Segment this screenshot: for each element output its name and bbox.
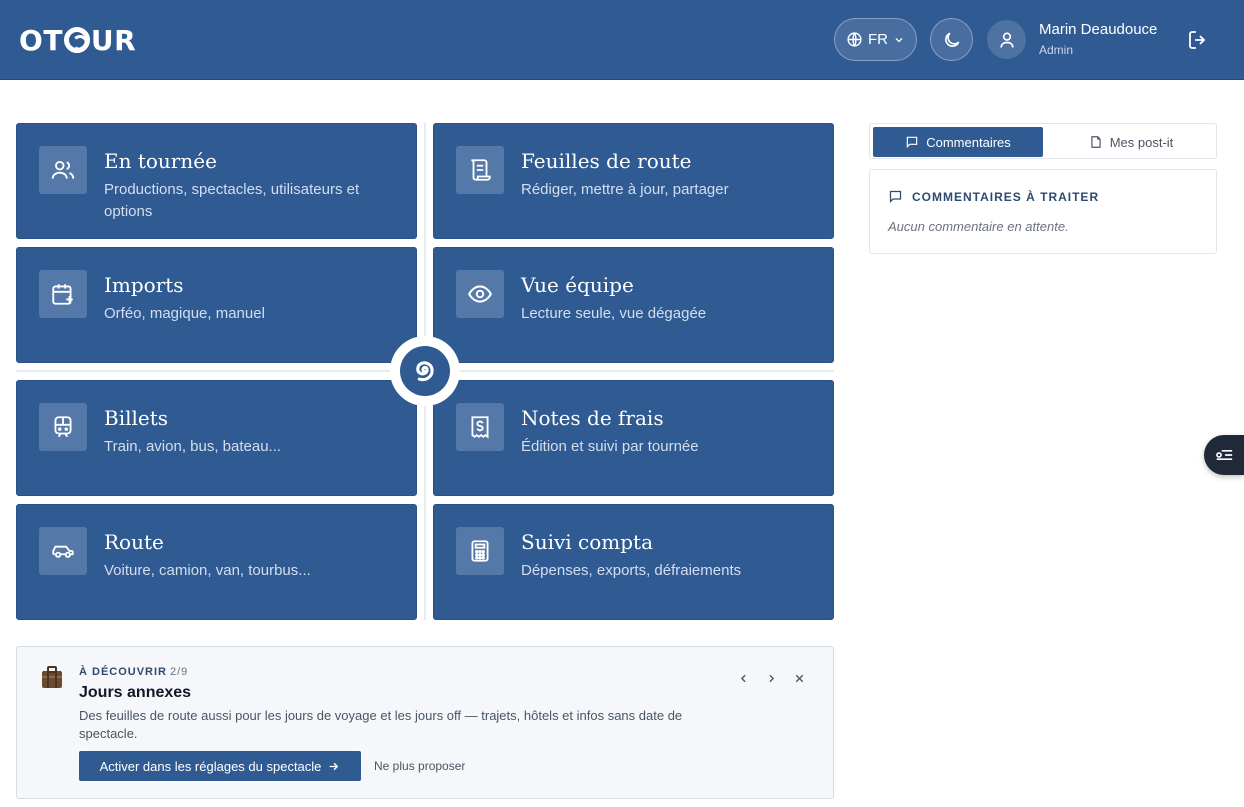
chevron-right-icon — [768, 674, 774, 682]
previous-tip-button[interactable] — [734, 669, 752, 687]
card-subtitle: Lecture seule, vue dégagée — [521, 305, 707, 322]
calculator-icon — [456, 527, 504, 575]
user-icon — [999, 31, 1014, 48]
card-title: Route — [104, 530, 164, 554]
card-vue-equipe[interactable]: Vue équipe Lecture seule, vue dégagée — [433, 247, 834, 363]
discover-panel: À DÉCOUVRIR 2/9 Jours annexes Des feuill… — [16, 646, 834, 799]
center-spiral-badge — [390, 336, 460, 406]
card-suivi-compta[interactable]: Suivi compta Dépenses, exports, défraiem… — [433, 504, 834, 620]
next-tip-button[interactable] — [762, 669, 780, 687]
eye-icon — [456, 270, 504, 318]
side-tabs: Commentaires Mes post-it — [869, 123, 1217, 159]
calendar-plus-icon — [39, 270, 87, 318]
comments-heading-label: COMMENTAIRES À TRAITER — [912, 189, 1100, 204]
chevron-left-icon — [740, 674, 746, 682]
card-en-tournee[interactable]: En tournée Productions, spectacles, util… — [16, 123, 417, 239]
card-route[interactable]: Route Voiture, camion, van, tourbus... — [16, 504, 417, 620]
theme-toggle-button[interactable] — [930, 18, 973, 61]
card-title: Vue équipe — [521, 273, 634, 297]
discover-body: Des feuilles de route aussi pour les jou… — [79, 708, 683, 741]
card-title: Feuilles de route — [521, 149, 692, 173]
comments-panel: COMMENTAIRES À TRAITER Aucun commentaire… — [869, 169, 1217, 254]
card-subtitle: Orféo, magique, manuel — [104, 305, 265, 322]
tab-mes-post-it[interactable]: Mes post-it — [1048, 127, 1214, 157]
card-title: En tournée — [104, 149, 217, 173]
tab-label: Commentaires — [926, 134, 1011, 150]
arrow-right-icon — [330, 762, 339, 770]
logo-letter-o: O — [19, 23, 44, 57]
comments-heading: COMMENTAIRES À TRAITER — [888, 189, 1099, 204]
moon-icon — [944, 32, 959, 47]
tab-commentaires[interactable]: Commentaires — [873, 127, 1043, 157]
dismiss-suggestion-link[interactable]: Ne plus proposer — [374, 759, 465, 773]
logout-button[interactable] — [1186, 28, 1210, 52]
suitcase-icon — [38, 663, 66, 691]
discover-title: Jours annexes — [79, 684, 192, 701]
activate-settings-label: Activer dans les réglages du spectacle — [99, 758, 322, 774]
floating-filter-button[interactable] — [1204, 435, 1244, 475]
logout-icon — [1189, 31, 1206, 49]
card-imports[interactable]: Imports Orféo, magique, manuel — [16, 247, 417, 363]
activate-settings-button[interactable]: Activer dans les réglages du spectacle — [79, 751, 361, 781]
card-subtitle: Productions, spectacles, utilisateurs et… — [104, 181, 360, 220]
user-name: Marin Deaudouce — [1039, 21, 1158, 38]
card-title: Suivi compta — [521, 530, 654, 554]
logo-spiral-o — [63, 27, 90, 53]
card-title: Notes de frais — [521, 406, 664, 430]
card-feuilles-de-route[interactable]: Feuilles de route Rédiger, mettre à jour… — [433, 123, 834, 239]
comment-icon — [906, 136, 918, 149]
card-notes-de-frais[interactable]: Notes de frais Édition et suivi par tour… — [433, 380, 834, 496]
card-subtitle: Rédiger, mettre à jour, partager — [521, 181, 729, 198]
card-title: Imports — [104, 273, 184, 297]
discover-counter: 2/9 — [170, 666, 189, 678]
globe-icon — [847, 32, 862, 47]
chevron-down-icon — [895, 37, 903, 42]
card-title: Billets — [104, 406, 169, 430]
language-label: FR — [868, 31, 888, 48]
receipt-icon — [456, 403, 504, 451]
scroll-icon — [456, 146, 504, 194]
comment-icon — [889, 190, 902, 204]
comments-empty-state: Aucun commentaire en attente. — [888, 219, 1069, 234]
train-icon — [39, 403, 87, 451]
users-icon — [39, 146, 87, 194]
card-subtitle: Édition et suivi par tournée — [521, 438, 699, 455]
language-selector[interactable]: FR — [834, 18, 917, 61]
close-icon — [795, 674, 803, 682]
note-icon — [1091, 136, 1101, 148]
card-billets[interactable]: Billets Train, avion, bus, bateau... — [16, 380, 417, 496]
card-subtitle: Voiture, camion, van, tourbus... — [104, 562, 311, 579]
tab-label: Mes post-it — [1109, 134, 1174, 150]
filter-toggle-icon — [1216, 450, 1233, 460]
card-subtitle: Train, avion, bus, bateau... — [104, 438, 282, 455]
user-role: Admin — [1039, 43, 1074, 57]
car-icon — [39, 527, 87, 575]
user-avatar[interactable] — [987, 20, 1026, 59]
spiral-icon — [400, 346, 450, 396]
top-header: O T UR FR Marin Deaudouce Admin — [0, 0, 1244, 80]
otour-logo[interactable]: O T UR — [19, 23, 136, 57]
discover-kicker: À DÉCOUVRIR — [79, 666, 168, 678]
close-tip-button[interactable] — [790, 669, 808, 687]
card-subtitle: Dépenses, exports, défraiements — [521, 562, 742, 579]
